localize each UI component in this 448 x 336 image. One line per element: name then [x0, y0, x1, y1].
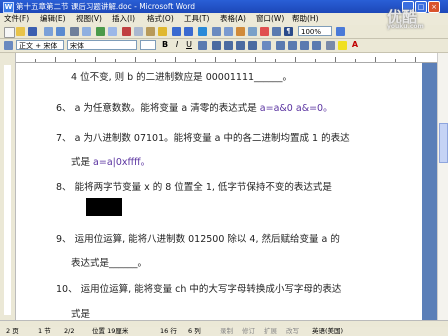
- numbering-icon[interactable]: [276, 41, 285, 50]
- new-document-icon[interactable]: [4, 27, 15, 38]
- scroll-thumb[interactable]: [439, 123, 448, 163]
- window-title: 第十五章第二节 课后习题讲解.doc - Microsoft Word: [16, 2, 196, 11]
- cut-icon[interactable]: [122, 27, 131, 36]
- document-map-icon[interactable]: [272, 27, 281, 36]
- format-painter-icon[interactable]: [158, 27, 167, 36]
- research-icon[interactable]: [108, 27, 117, 36]
- insert-table-icon[interactable]: [224, 27, 233, 36]
- menu-edit[interactable]: 编辑(E): [40, 13, 66, 25]
- menu-insert[interactable]: 插入(I): [112, 13, 135, 25]
- show-hide-icon[interactable]: ¶: [284, 27, 293, 36]
- status-section: 1 节: [38, 327, 51, 335]
- outside-border-icon[interactable]: [326, 41, 335, 50]
- horizontal-ruler[interactable]: [15, 53, 448, 63]
- redacted-answer-block: [86, 198, 122, 216]
- line-spacing-icon[interactable]: [262, 41, 271, 50]
- document-page[interactable]: 4 位不变, 则 b 的二进制数应是 00001111______。 6、 a …: [16, 63, 422, 320]
- menu-window[interactable]: 窗口(W): [256, 13, 284, 25]
- status-language: 英语(美国): [312, 327, 344, 335]
- doc-line-8: 8、 能将两字节变量 x 的 8 位置全 1, 低字节保持不变的表达式是: [56, 182, 332, 193]
- status-line: 16 行: [160, 327, 177, 335]
- align-right-icon[interactable]: [236, 41, 245, 50]
- menu-table[interactable]: 表格(A): [220, 13, 246, 25]
- doc-line-6: 6、 a 为任意数数。能将变量 a 清零的表达式是 a=a&0 a&=0。: [56, 100, 333, 114]
- bullets-icon[interactable]: [288, 41, 297, 50]
- hyperlink-icon[interactable]: [198, 27, 207, 36]
- char-border-icon[interactable]: [198, 41, 207, 50]
- email-icon[interactable]: [56, 27, 65, 36]
- doc-line-6-code: a=a&0 a&=0。: [259, 103, 333, 114]
- vertical-scrollbar[interactable]: [437, 53, 448, 320]
- watermark-subtext: youku.com: [387, 23, 424, 30]
- font-size-select[interactable]: [140, 40, 156, 50]
- styles-pane-icon[interactable]: [4, 41, 13, 50]
- title-bar: W 第十五章第二节 课后习题讲解.doc - Microsoft Word _ …: [0, 0, 448, 13]
- standard-toolbar: ¶ 100%: [0, 25, 448, 39]
- status-page: 2 页: [6, 327, 19, 335]
- paste-icon[interactable]: [146, 27, 155, 36]
- doc-line-10: 10、 运用位运算, 能将变量 ch 中的大写字母转换成小写字母的表达: [56, 284, 342, 295]
- status-ovr[interactable]: 改写: [286, 327, 299, 336]
- save-icon[interactable]: [28, 27, 37, 36]
- print-preview-icon[interactable]: [82, 27, 91, 36]
- formatting-toolbar: 正文 + 宋体 宋体 B I U A: [0, 39, 448, 53]
- status-rec[interactable]: 录制: [220, 327, 233, 336]
- zoom-select[interactable]: 100%: [298, 26, 332, 36]
- status-bar: 2 页 1 节 2/2 位置 19厘米 16 行 6 列 录制 修订 扩展 改写…: [0, 327, 448, 336]
- doc-line-10b: 式是: [71, 309, 91, 320]
- menu-view[interactable]: 视图(V): [76, 13, 102, 25]
- drawing-icon[interactable]: [260, 27, 269, 36]
- doc-line-7b-code: a=a|0xffff。: [93, 157, 151, 168]
- tables-borders-icon[interactable]: [212, 27, 221, 36]
- decrease-indent-icon[interactable]: [300, 41, 309, 50]
- highlight-icon[interactable]: [338, 41, 347, 50]
- menu-file[interactable]: 文件(F): [4, 13, 29, 25]
- align-left-icon[interactable]: [212, 41, 221, 50]
- columns-icon[interactable]: [248, 27, 257, 36]
- close-button[interactable]: ×: [428, 1, 440, 13]
- redo-icon[interactable]: [184, 27, 193, 36]
- underline-button[interactable]: U: [184, 40, 194, 50]
- status-pages: 2/2: [64, 327, 75, 335]
- undo-icon[interactable]: [172, 27, 181, 36]
- word-app-icon[interactable]: W: [3, 2, 14, 13]
- status-trk[interactable]: 修订: [242, 327, 255, 336]
- doc-line-7b: 式是 a=a|0xffff。: [71, 154, 150, 168]
- help-icon[interactable]: [336, 27, 345, 36]
- vertical-ruler[interactable]: [0, 53, 16, 320]
- menu-format[interactable]: 格式(O): [147, 13, 174, 25]
- align-center-icon[interactable]: [224, 41, 233, 50]
- copy-icon[interactable]: [134, 27, 143, 36]
- font-select[interactable]: 宋体: [67, 40, 137, 50]
- doc-line-7b-text: 式是: [71, 157, 94, 168]
- justify-icon[interactable]: [248, 41, 257, 50]
- youku-watermark: 优酷 youku.com: [387, 6, 424, 30]
- status-position: 位置 19厘米: [92, 327, 129, 335]
- doc-line-1: 4 位不变, 则 b 的二进制数应是 00001111______。: [71, 72, 293, 83]
- doc-line-9: 9、 运用位运算, 能将八进制数 012500 除以 4, 然后赋给变量 a 的: [56, 234, 340, 245]
- menu-help[interactable]: 帮助(H): [292, 13, 319, 25]
- status-col: 6 列: [188, 327, 201, 335]
- spelling-icon[interactable]: [96, 27, 105, 36]
- font-color-button[interactable]: A: [350, 40, 360, 50]
- insert-excel-icon[interactable]: [236, 27, 245, 36]
- doc-line-7: 7、 a 为八进制数 07101。能将变量 a 中的各二进制均置成 1 的表达: [56, 133, 350, 144]
- print-icon[interactable]: [70, 27, 79, 36]
- italic-button[interactable]: I: [172, 40, 182, 50]
- style-select[interactable]: 正文 + 宋体: [16, 40, 64, 50]
- menu-bar: 文件(F) 编辑(E) 视图(V) 插入(I) 格式(O) 工具(T) 表格(A…: [0, 13, 448, 25]
- open-folder-icon[interactable]: [16, 27, 25, 36]
- bold-button[interactable]: B: [160, 40, 170, 50]
- status-ext[interactable]: 扩展: [264, 327, 277, 336]
- doc-line-9b: 表达式是______。: [71, 258, 148, 269]
- increase-indent-icon[interactable]: [312, 41, 321, 50]
- permission-icon[interactable]: [44, 27, 53, 36]
- menu-tools[interactable]: 工具(T): [184, 13, 209, 25]
- doc-line-6-text: 6、 a 为任意数数。能将变量 a 清零的表达式是: [56, 103, 260, 114]
